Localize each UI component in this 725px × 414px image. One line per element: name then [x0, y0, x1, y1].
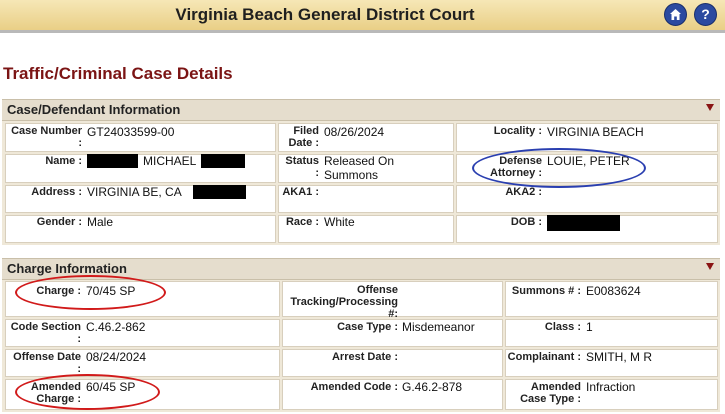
- section-title: Case/Defendant Information: [7, 102, 181, 117]
- class-label: Class :: [544, 321, 581, 333]
- amended-code-label: Amended Code :: [310, 381, 398, 393]
- offense-date-value: 08/24/2024: [86, 350, 147, 364]
- court-title: Virginia Beach General District Court: [175, 5, 475, 24]
- red-highlight-ellipse: [15, 275, 166, 310]
- summons-value: E0083624: [586, 284, 641, 298]
- filed-date-label: Filed Date :: [288, 125, 319, 149]
- amended-case-type-value: Infraction: [586, 380, 636, 394]
- case-number-label: Case Number :: [11, 125, 82, 149]
- redacted-address: [193, 185, 246, 199]
- aka1-label: AKA1 :: [282, 186, 319, 198]
- gender-label: Gender :: [36, 216, 82, 228]
- name-middle-value: MICHAEL: [143, 154, 197, 168]
- complainant-label: Complainant :: [507, 351, 581, 363]
- case-type-value: Misdemeanor: [402, 320, 475, 334]
- locality-label: Locality :: [493, 125, 542, 137]
- section-title: Charge Information: [7, 261, 127, 276]
- address-value: VIRGINIA BE, CA: [87, 185, 182, 199]
- amended-case-type-label: Amended Case Type :: [520, 381, 581, 405]
- redacted-dob: [547, 215, 620, 231]
- filed-date-value: 08/26/2024: [324, 125, 385, 139]
- code-section-label: Code Section :: [10, 321, 81, 345]
- arrest-date-label: Arrest Date :: [331, 351, 398, 363]
- blue-highlight-ellipse: [472, 148, 646, 188]
- dob-label: DOB :: [510, 216, 542, 228]
- case-defendant-header[interactable]: Case/Defendant Information: [2, 99, 720, 121]
- amended-code-value: G.46.2-878: [402, 380, 463, 394]
- race-label: Race :: [285, 216, 319, 228]
- offense-tracking-label: Offense Tracking/Processing #:: [290, 284, 398, 320]
- redacted-last-name: [201, 154, 245, 168]
- code-section-value: C.46.2-862: [86, 320, 146, 334]
- case-number-value: GT24033599-00: [87, 125, 175, 139]
- help-icon: ?: [701, 6, 710, 22]
- class-value: 1: [586, 320, 593, 334]
- gender-value: Male: [87, 215, 114, 229]
- page-title: Traffic/Criminal Case Details: [3, 64, 233, 83]
- status-label: Status :: [285, 155, 319, 179]
- aka2-label: AKA2 :: [505, 186, 542, 198]
- complainant-value: SMITH, M R: [586, 350, 652, 364]
- top-bar: Virginia Beach General District Court ?: [0, 0, 725, 33]
- case-type-label: Case Type :: [337, 321, 398, 333]
- status-value: Released On Summons: [324, 154, 395, 182]
- locality-value: VIRGINIA BEACH: [547, 125, 644, 139]
- name-label: Name :: [45, 155, 82, 167]
- redacted-first-name: [87, 154, 138, 168]
- offense-date-label: Offense Date :: [13, 351, 81, 375]
- summons-label: Summons # :: [511, 285, 581, 297]
- collapse-arrow-icon[interactable]: [706, 263, 714, 270]
- home-icon: [670, 9, 681, 20]
- race-value: White: [324, 215, 355, 229]
- collapse-arrow-icon[interactable]: [706, 104, 714, 111]
- help-button[interactable]: ?: [694, 3, 717, 26]
- home-button[interactable]: [664, 3, 687, 26]
- red-highlight-ellipse: [15, 374, 160, 410]
- address-label: Address :: [31, 186, 82, 198]
